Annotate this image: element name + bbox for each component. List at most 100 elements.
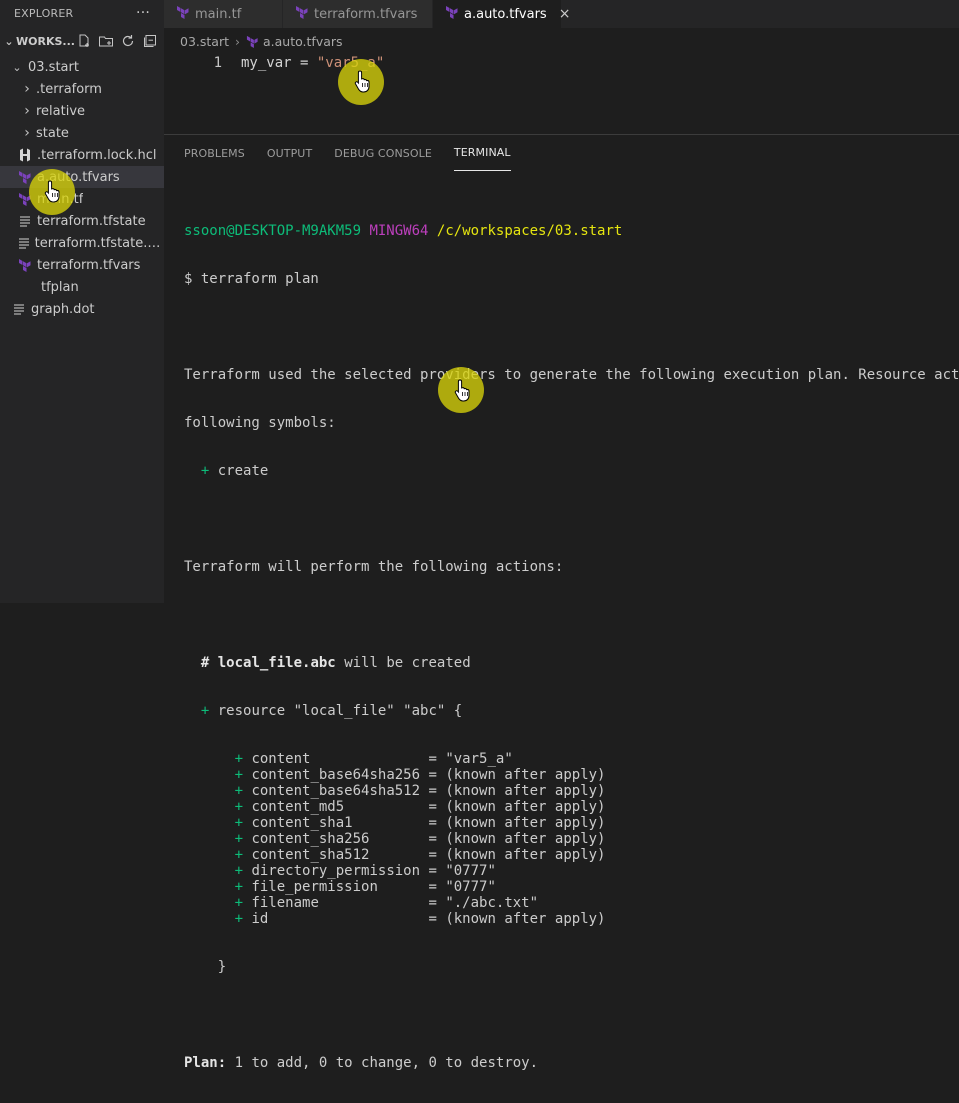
attribute-value: (known after apply) bbox=[445, 847, 606, 863]
tree-item[interactable]: › relative bbox=[0, 100, 164, 122]
terminal-command: $ terraform plan bbox=[184, 271, 319, 287]
terraform-icon bbox=[176, 5, 190, 23]
breadcrumb-file[interactable]: a.auto.tfvars bbox=[263, 34, 343, 49]
tab-debug-console[interactable]: DEBUG CONSOLE bbox=[334, 135, 432, 171]
tree-item[interactable]: main.tf bbox=[0, 188, 164, 210]
explorer-sidebar: EXPLORER ··· ⌄ WORKS... ⌄ 03.start › .ter… bbox=[0, 0, 164, 603]
code-key: my_var = bbox=[241, 55, 317, 71]
tab-a-auto-tfvars[interactable]: a.auto.tfvars × bbox=[433, 0, 570, 28]
plan-summary: Plan: 1 to add, 0 to change, 0 to destro… bbox=[184, 1055, 959, 1071]
resource-header-line: + resource "local_file" "abc" { bbox=[184, 703, 959, 719]
plus-sign: + bbox=[200, 463, 210, 479]
plan-label: Plan: bbox=[184, 1055, 227, 1071]
lines-icon bbox=[16, 235, 32, 251]
plus-sign: + bbox=[234, 831, 244, 847]
attribute-name: content_md5 bbox=[251, 799, 429, 815]
workspace-section[interactable]: ⌄ WORKS... bbox=[0, 26, 164, 56]
tab-main-tf[interactable]: main.tf bbox=[164, 0, 283, 28]
attribute-name: content_sha1 bbox=[251, 815, 429, 831]
code-editor[interactable]: 1 my_var = "var5_a" bbox=[164, 54, 959, 134]
line-number: 1 bbox=[213, 55, 222, 71]
plus-sign: + bbox=[234, 863, 244, 879]
new-file-icon[interactable] bbox=[76, 33, 92, 49]
lines-icon bbox=[10, 301, 28, 317]
breadcrumb-folder[interactable]: 03.start bbox=[180, 34, 229, 49]
tree-label: terraform.tfstate bbox=[37, 213, 146, 229]
close-brace: } bbox=[184, 959, 959, 975]
tree-item[interactable]: .terraform.lock.hcl bbox=[0, 144, 164, 166]
plus-sign: + bbox=[234, 767, 244, 783]
tree-label: terraform.tfstate.bac... bbox=[34, 235, 164, 251]
terminal-prompt: ssoon@DESKTOP-M9AKM59 MINGW64 /c/workspa… bbox=[184, 223, 959, 239]
terminal-output[interactable]: ssoon@DESKTOP-M9AKM59 MINGW64 /c/workspa… bbox=[184, 191, 959, 1103]
file-icon bbox=[20, 279, 38, 295]
bottom-panel: PROBLEMS OUTPUT DEBUG CONSOLE TERMINAL s… bbox=[164, 134, 959, 1071]
plus-sign: + bbox=[234, 799, 244, 815]
resource-comment: # local_file.abc will be created bbox=[184, 655, 959, 671]
prompt-user: ssoon@DESKTOP-M9AKM59 bbox=[184, 223, 362, 239]
attribute-line: + id = (known after apply) bbox=[234, 911, 606, 927]
attribute-name: id bbox=[251, 911, 429, 927]
chevron-right-icon: › bbox=[24, 125, 30, 141]
tree-item[interactable]: terraform.tfstate bbox=[0, 210, 164, 232]
refresh-icon[interactable] bbox=[120, 33, 136, 49]
tree-label: 03.start bbox=[28, 59, 79, 75]
comment-hash: # bbox=[200, 655, 210, 671]
new-folder-icon[interactable] bbox=[98, 33, 114, 49]
chevron-right-icon: › bbox=[24, 103, 30, 119]
attribute-line: + content_sha256 = (known after apply) bbox=[234, 831, 606, 847]
attribute-name: directory_permission bbox=[251, 863, 429, 879]
plus-sign: + bbox=[234, 895, 244, 911]
tree-item[interactable]: graph.dot bbox=[0, 298, 164, 320]
hand-pointer-icon bbox=[43, 179, 65, 203]
attribute-line: + filename = "./abc.txt" bbox=[234, 895, 539, 911]
attribute-line: + content_sha1 = (known after apply) bbox=[234, 815, 606, 831]
attribute-name: content_base64sha256 bbox=[251, 767, 429, 783]
tab-terminal[interactable]: TERMINAL bbox=[453, 135, 511, 171]
tree-item[interactable]: terraform.tfstate.bac... bbox=[0, 232, 164, 254]
explorer-title: EXPLORER bbox=[14, 6, 74, 20]
plus-sign: + bbox=[234, 847, 244, 863]
plus-sign: + bbox=[200, 703, 210, 719]
tree-folder-03-start[interactable]: ⌄ 03.start bbox=[0, 56, 164, 78]
breadcrumb: 03.start › a.auto.tfvars bbox=[164, 28, 959, 54]
hand-pointer-icon bbox=[353, 69, 375, 93]
tree-label: .terraform bbox=[36, 81, 102, 97]
terminal-message: following symbols: bbox=[184, 415, 336, 431]
resource-header: resource "local_file" "abc" { bbox=[217, 703, 463, 719]
collapse-all-icon[interactable] bbox=[142, 33, 158, 49]
attribute-value: "./abc.txt" bbox=[445, 895, 539, 911]
attribute-value: (known after apply) bbox=[445, 799, 606, 815]
attribute-value: "0777" bbox=[445, 879, 496, 895]
attribute-line: + content_base64sha512 = (known after ap… bbox=[234, 783, 606, 799]
tab-output[interactable]: OUTPUT bbox=[267, 135, 312, 171]
terraform-icon bbox=[16, 257, 34, 273]
editor-tab-bar: main.tf terraform.tfvars a.auto.tfvars × bbox=[164, 0, 959, 28]
tab-terraform-tfvars[interactable]: terraform.tfvars bbox=[283, 0, 433, 28]
terminal-message: Terraform will perform the following act… bbox=[184, 559, 564, 575]
lines-icon bbox=[16, 213, 34, 229]
close-icon[interactable]: × bbox=[559, 6, 571, 22]
attribute-name: content_sha256 bbox=[251, 831, 429, 847]
plan-text: 1 to add, 0 to change, 0 to destroy. bbox=[234, 1055, 539, 1071]
tree-item[interactable]: a.auto.tfvars bbox=[0, 166, 164, 188]
chevron-down-icon: ⌄ bbox=[4, 34, 14, 48]
chevron-right-icon: › bbox=[235, 33, 240, 49]
attribute-name: filename bbox=[251, 895, 429, 911]
hashicorp-icon bbox=[16, 147, 34, 163]
attribute-line: + content = "var5_a" bbox=[234, 751, 513, 767]
tree-item[interactable]: › state bbox=[0, 122, 164, 144]
tree-item[interactable]: tfplan bbox=[0, 276, 164, 298]
tree-item[interactable]: terraform.tfvars bbox=[0, 254, 164, 276]
tree-item[interactable]: › .terraform bbox=[0, 78, 164, 100]
tree-label: relative bbox=[36, 103, 86, 119]
more-actions-icon[interactable]: ··· bbox=[136, 5, 150, 21]
terminal-symbol-line: + create bbox=[184, 463, 959, 479]
tab-problems[interactable]: PROBLEMS bbox=[184, 135, 245, 171]
tree-label: terraform.tfvars bbox=[37, 257, 141, 273]
resource-comment-text: will be created bbox=[344, 655, 471, 671]
attribute-name: content bbox=[251, 751, 429, 767]
attribute-value: (known after apply) bbox=[445, 815, 606, 831]
explorer-header: EXPLORER ··· bbox=[0, 0, 164, 26]
terraform-icon bbox=[445, 5, 459, 23]
